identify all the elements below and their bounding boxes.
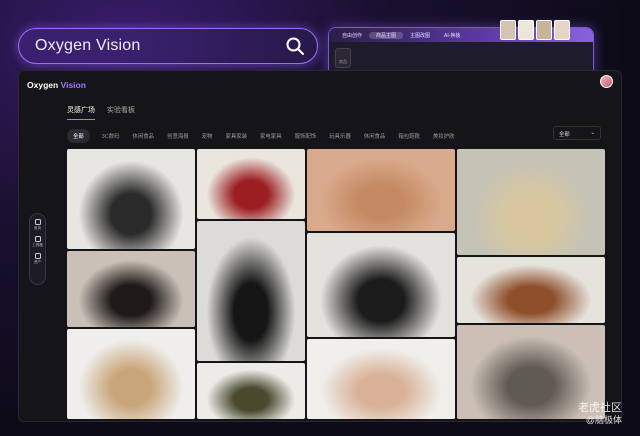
category-chip[interactable]: 休闲食品 — [132, 132, 154, 140]
gallery-image[interactable] — [197, 363, 305, 419]
category-chip[interactable]: 休闲食品 — [364, 132, 386, 140]
category-chip[interactable]: 箱包鞋靴 — [398, 132, 420, 140]
filter-select-value: 全部 — [559, 132, 570, 138]
category-filter: 全部 3C数码 休闲食品 创意海报 宠物 家具家装 家电家具 服饰配饰 玩具乐器… — [67, 129, 467, 143]
dock-label: 工具箱 — [32, 243, 43, 247]
gallery-image[interactable] — [307, 233, 455, 337]
dock-label: 首页 — [33, 226, 42, 230]
tab-lab-board[interactable]: 实验看板 — [107, 105, 135, 120]
app-window: Oxygen Vision 灵感广场 实验看板 全部 3C数码 休闲食品 创意海… — [18, 70, 622, 422]
gallery-image[interactable] — [457, 149, 605, 255]
watermark-line2: @脑极体 — [585, 415, 622, 425]
search-icon[interactable] — [285, 36, 305, 56]
app-header: Oxygen Vision — [19, 71, 621, 99]
dock-item-assets[interactable]: 资产 — [34, 253, 41, 265]
home-icon — [34, 219, 41, 225]
category-chip[interactable]: 3C数码 — [102, 132, 120, 140]
gallery-image[interactable] — [67, 329, 195, 419]
thumbnail-image — [554, 20, 570, 40]
toolbox-icon — [34, 236, 41, 242]
category-chip[interactable]: 全部 — [67, 129, 90, 143]
gallery-image[interactable] — [197, 221, 305, 361]
folder-icon — [34, 253, 41, 259]
hero-search-text: Oxygen Vision — [35, 37, 141, 54]
side-dock: 首页 工具箱 资产 — [29, 213, 46, 285]
gallery-image[interactable] — [307, 149, 455, 231]
prompt-tab-2[interactable]: 主图改图 — [403, 32, 437, 39]
logo-text: Oxygen — [27, 80, 59, 90]
tab-inspiration[interactable]: 灵感广场 — [67, 105, 95, 120]
thumbnail-image — [500, 20, 516, 40]
watermark-line1: 老虎社区 — [578, 402, 622, 414]
app-logo[interactable]: Oxygen Vision — [27, 80, 86, 90]
watermark: 老虎社区 @脑极体 — [578, 402, 622, 426]
category-chip[interactable]: 家电家具 — [260, 132, 282, 140]
category-chip[interactable]: 宠物 — [202, 132, 213, 140]
prompt-thumbnails — [500, 20, 622, 40]
gallery-image[interactable] — [307, 339, 455, 419]
thumbnail-image — [518, 20, 534, 40]
thumbnail-image — [536, 20, 552, 40]
filter-select[interactable]: 全部 ⌄ — [553, 126, 601, 140]
gallery-image[interactable] — [67, 251, 195, 327]
category-chip[interactable]: 美妆护肤 — [433, 132, 455, 140]
main-tabs: 灵感广场 实验看板 — [67, 105, 135, 120]
prompt-tab-1[interactable]: 商品主图 — [369, 31, 404, 39]
avatar[interactable] — [600, 75, 613, 88]
dock-label: 资产 — [33, 260, 42, 264]
category-chip[interactable]: 家具家装 — [225, 132, 247, 140]
image-gallery — [67, 149, 605, 419]
gallery-image[interactable] — [67, 149, 195, 249]
prompt-tab-3[interactable]: AI-换装 — [437, 32, 467, 39]
category-chip[interactable]: 创意海报 — [167, 132, 189, 140]
prompt-tab-0[interactable]: 自由创作 — [335, 32, 369, 39]
dock-item-toolbox[interactable]: 工具箱 — [32, 236, 43, 248]
product-upload[interactable]: 商品 — [335, 48, 351, 68]
chevron-down-icon: ⌄ — [590, 130, 595, 136]
logo-accent: Vision — [60, 80, 86, 90]
category-chip[interactable]: 服饰配饰 — [295, 132, 317, 140]
gallery-image[interactable] — [197, 149, 305, 219]
hero-search-bar[interactable]: Oxygen Vision — [18, 28, 318, 64]
category-chip[interactable]: 玩具乐器 — [329, 132, 351, 140]
gallery-image[interactable] — [457, 257, 605, 323]
dock-item-home[interactable]: 首页 — [34, 219, 41, 231]
